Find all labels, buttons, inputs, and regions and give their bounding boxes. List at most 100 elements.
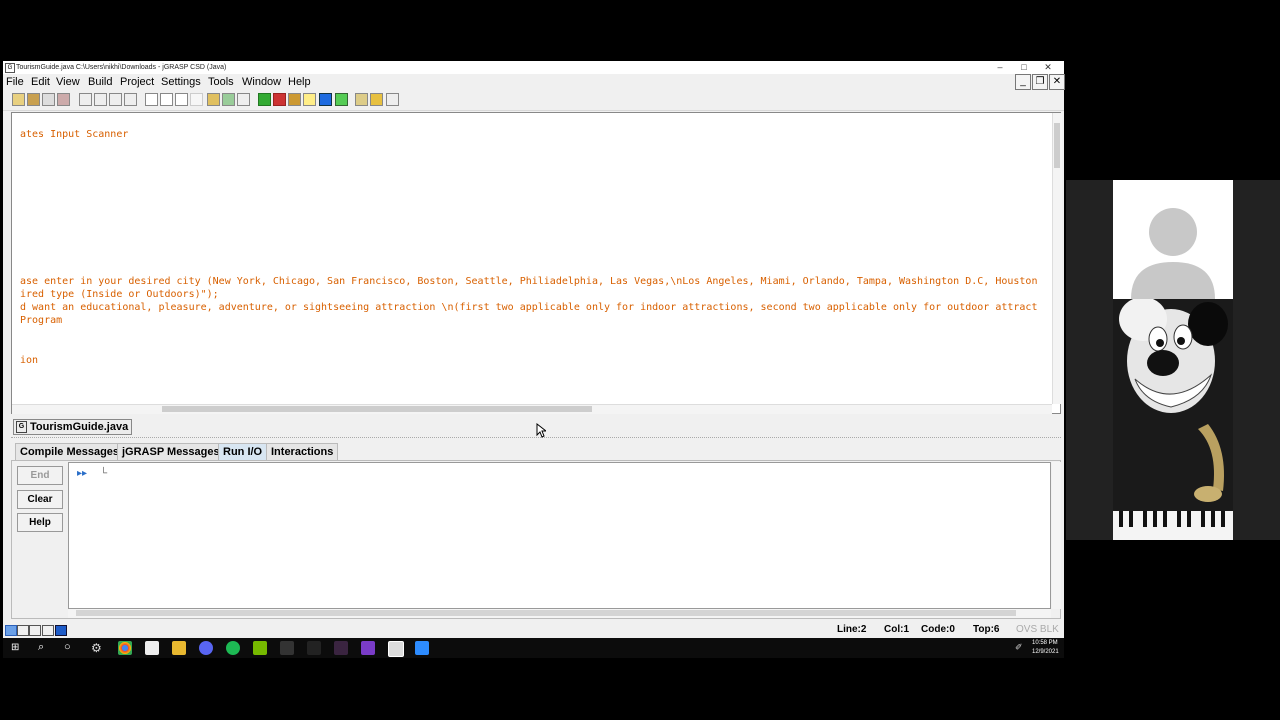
notes-icon[interactable] xyxy=(386,93,399,106)
run-console[interactable]: ▸▸ └ xyxy=(68,462,1051,609)
menu-tools[interactable]: Tools xyxy=(208,75,234,89)
save-icon[interactable] xyxy=(42,93,55,106)
tab-interactions[interactable]: Interactions xyxy=(266,443,339,461)
tab-jgrasp-messages[interactable]: jGRASP Messages xyxy=(117,443,225,461)
copy-icon[interactable] xyxy=(94,93,107,106)
document-2-icon[interactable] xyxy=(160,93,173,106)
status-top: Top:6 xyxy=(973,624,1000,635)
status-bar: Line:2 Col:1 Code:0 Top:6 OVS BLK xyxy=(3,622,1064,638)
jgrasp-window: G TourismGuide.java C:\Users\nikhi\Downl… xyxy=(3,61,1065,638)
console-vertical-scrollbar[interactable] xyxy=(1052,462,1061,609)
clock-time[interactable]: 10:58 PM xyxy=(1032,639,1058,648)
folder-check-icon[interactable] xyxy=(370,93,383,106)
jgrasp-app-icon: G xyxy=(5,63,15,73)
jgrasp-taskbar-icon[interactable] xyxy=(388,641,404,657)
app-icon[interactable] xyxy=(280,641,294,655)
window-list-icon[interactable] xyxy=(42,625,54,636)
mdi-restore-icon[interactable]: ❐ xyxy=(1032,74,1048,90)
disabled-icon xyxy=(190,93,203,106)
vim-icon[interactable] xyxy=(334,641,348,655)
menu-project[interactable]: Project xyxy=(120,75,154,89)
message-tabs: Compile Messages jGRASP Messages Run I/O… xyxy=(11,442,1061,461)
file-explorer-icon[interactable] xyxy=(172,641,186,655)
menu-window[interactable]: Window xyxy=(242,75,281,89)
end-button[interactable]: End xyxy=(17,466,63,485)
mouse-pointer-icon xyxy=(536,423,546,438)
code-line: ired type (Inside or Outdoors)"); xyxy=(20,289,219,300)
settings-gear-icon[interactable]: ⚙ xyxy=(91,641,102,655)
spotify-icon[interactable] xyxy=(226,641,240,655)
menu-bar: File Edit View Build Project Settings To… xyxy=(3,74,1065,90)
help-button[interactable]: Help xyxy=(17,513,63,532)
menu-help[interactable]: Help xyxy=(288,75,311,89)
document-3-icon[interactable] xyxy=(175,93,188,106)
webcam-video xyxy=(1113,299,1233,540)
code-line: ase enter in your desired city (New York… xyxy=(20,276,1038,287)
document-icon[interactable] xyxy=(145,93,158,106)
window-cascade-icon[interactable] xyxy=(17,625,29,636)
run-icon[interactable] xyxy=(273,93,286,106)
file-tab-label: TourismGuide.java xyxy=(30,421,129,433)
mdi-close-icon[interactable]: ✕ xyxy=(1049,74,1065,90)
undo-icon[interactable] xyxy=(124,93,137,106)
clock-date[interactable]: 12/9/2021 xyxy=(1032,648,1059,657)
terminal-icon[interactable] xyxy=(307,641,321,655)
book-icon[interactable] xyxy=(237,93,250,106)
print-icon[interactable] xyxy=(57,93,70,106)
menu-view[interactable]: View xyxy=(56,75,80,89)
menu-edit[interactable]: Edit xyxy=(31,75,50,89)
discord-icon[interactable] xyxy=(199,641,213,655)
minimize-button[interactable]: – xyxy=(988,61,1012,74)
close-button[interactable]: ✕ xyxy=(1036,61,1060,74)
title-bar: G TourismGuide.java C:\Users\nikhi\Downl… xyxy=(3,61,1064,74)
editor-horizontal-scrollbar[interactable] xyxy=(12,404,1052,414)
nvidia-icon[interactable] xyxy=(253,641,267,655)
windows-taskbar: ⊞ ⌕ ○ ⚙ ✐ 10:58 PM 12/9/2021 xyxy=(3,638,1064,658)
console-horizontal-scrollbar[interactable] xyxy=(68,609,1051,618)
windows-start-icon[interactable]: ⊞ xyxy=(11,642,19,653)
paste-icon[interactable] xyxy=(109,93,122,106)
editor-vscroll-thumb[interactable] xyxy=(1054,123,1060,168)
maximize-button[interactable]: □ xyxy=(1012,61,1036,74)
editor-hscroll-thumb[interactable] xyxy=(162,406,592,412)
window-tile-icon[interactable] xyxy=(5,625,17,636)
code-line: d want an educational, pleasure, adventu… xyxy=(20,302,1038,313)
mdi-minimize-icon[interactable]: _ xyxy=(1015,74,1031,90)
console-prompt-icon: ▸▸ xyxy=(77,468,88,479)
store-icon[interactable] xyxy=(145,641,159,655)
cut-icon[interactable] xyxy=(79,93,92,106)
blue-square-icon[interactable] xyxy=(319,93,332,106)
search-icon[interactable]: ⌕ xyxy=(38,641,44,654)
menu-settings[interactable]: Settings xyxy=(161,75,201,89)
text-cursor: └ xyxy=(100,468,108,479)
console-hscroll-thumb[interactable] xyxy=(76,610,1016,616)
chrome-icon[interactable] xyxy=(118,641,132,655)
menu-file[interactable]: File xyxy=(6,75,24,89)
status-code: Code:0 xyxy=(921,624,955,635)
debug-bug-icon[interactable] xyxy=(288,93,301,106)
editor-vertical-scrollbar[interactable] xyxy=(1052,113,1062,404)
clear-button[interactable]: Clear xyxy=(17,490,63,509)
step-icon[interactable] xyxy=(303,93,316,106)
csd-icon[interactable] xyxy=(207,93,220,106)
status-col: Col:1 xyxy=(884,624,909,635)
zoom-icon[interactable] xyxy=(415,641,429,655)
tab-run-io[interactable]: Run I/O xyxy=(218,443,268,461)
window-split-icon[interactable] xyxy=(29,625,41,636)
tab-compile-messages[interactable]: Compile Messages xyxy=(15,443,125,461)
new-file-icon[interactable] xyxy=(12,93,25,106)
green-square-icon[interactable] xyxy=(335,93,348,106)
window-blue-icon[interactable] xyxy=(55,625,67,636)
menu-build[interactable]: Build xyxy=(88,75,112,89)
run-io-panel: End Clear Help ▸▸ └ xyxy=(11,460,1061,619)
open-folder-icon[interactable] xyxy=(27,93,40,106)
participant-avatar xyxy=(1113,180,1233,299)
cortana-icon[interactable]: ○ xyxy=(64,641,71,653)
file-tab-tourismguide[interactable]: G TourismGuide.java xyxy=(13,419,133,435)
compile-icon[interactable] xyxy=(258,93,271,106)
network-icon[interactable]: ✐ xyxy=(1015,642,1023,653)
code-editor[interactable]: ates Input Scanner ase enter in your des… xyxy=(11,112,1062,414)
uml-icon[interactable] xyxy=(222,93,235,106)
visual-studio-icon[interactable] xyxy=(361,641,375,655)
edit-doc-icon[interactable] xyxy=(355,93,368,106)
